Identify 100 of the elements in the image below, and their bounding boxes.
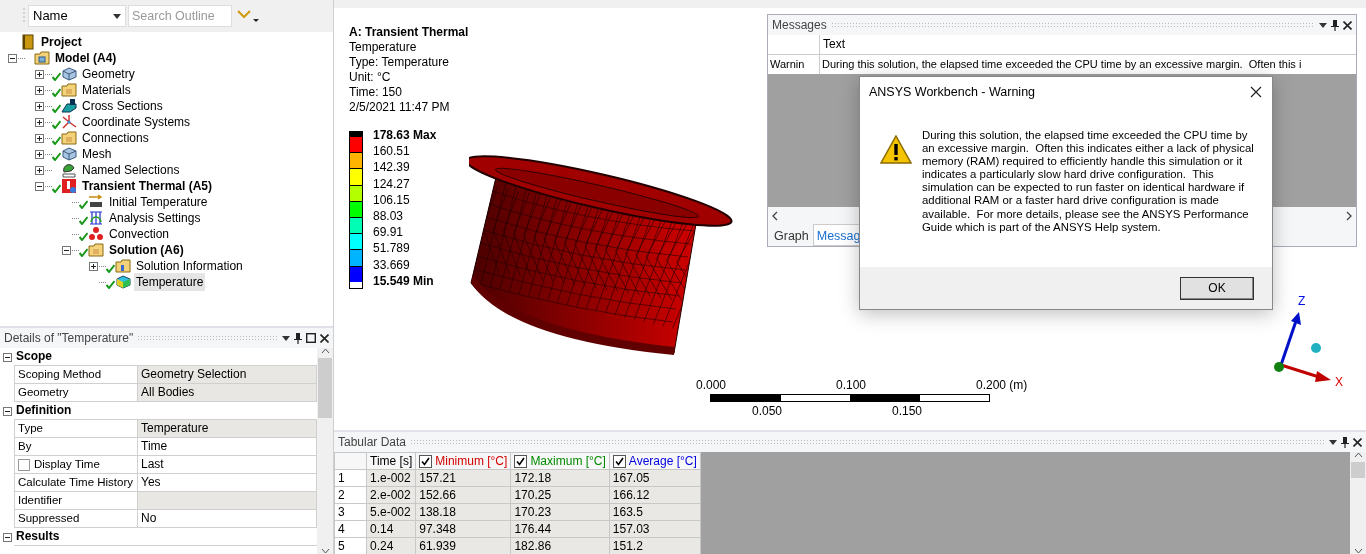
column-header[interactable]: Time [s] xyxy=(366,452,416,470)
tree-item[interactable]: Named Selections xyxy=(80,161,182,179)
close-icon[interactable] xyxy=(1250,86,1262,98)
checkbox[interactable] xyxy=(419,454,433,468)
tree-item[interactable]: Transient Thermal (A5) xyxy=(80,177,215,195)
tree-item[interactable]: Mesh xyxy=(80,145,114,163)
tree-item[interactable]: Convection xyxy=(107,225,172,243)
folder-icon xyxy=(115,258,131,274)
expand-toggle[interactable] xyxy=(35,133,44,143)
name-dropdown[interactable]: Name xyxy=(28,5,126,27)
tree-line xyxy=(45,89,52,91)
property-value[interactable]: Time xyxy=(138,438,317,456)
chevron-icon[interactable] xyxy=(234,8,260,24)
property-value[interactable]: All Bodies xyxy=(138,384,317,402)
collapse-toggle[interactable] xyxy=(62,245,71,255)
close-icon[interactable] xyxy=(1353,437,1362,447)
scrollbar[interactable] xyxy=(1350,452,1366,554)
legend-label: 142.39 xyxy=(373,159,411,176)
ok-button[interactable]: OK xyxy=(1180,276,1254,300)
folder-icon xyxy=(61,82,77,98)
dropdown-arrow-icon[interactable] xyxy=(1329,439,1337,445)
collapse-toggle[interactable] xyxy=(2,406,12,416)
maximize-icon[interactable] xyxy=(306,333,316,343)
pin-icon[interactable] xyxy=(294,332,302,344)
result-info: 2/5/2021 11:47 PM xyxy=(349,100,450,115)
collapse-toggle[interactable] xyxy=(2,532,12,542)
result-info: Temperature xyxy=(349,40,417,55)
tree-item[interactable]: Solution (A6) xyxy=(107,241,186,259)
property-name: Type xyxy=(14,420,138,438)
dropdown-arrow-icon[interactable] xyxy=(1319,22,1327,28)
collapse-toggle[interactable] xyxy=(2,352,12,362)
tree-item[interactable]: Cross Sections xyxy=(80,97,165,115)
search-field[interactable]: Search Outline xyxy=(128,5,232,27)
warning-icon xyxy=(880,135,912,165)
collapse-toggle[interactable] xyxy=(8,53,17,63)
thermometer-icon xyxy=(61,178,77,194)
result-info: Unit: °C xyxy=(349,70,391,85)
scroll-up-icon[interactable] xyxy=(320,348,330,354)
expand-toggle[interactable] xyxy=(89,261,98,271)
tree-line xyxy=(99,265,106,267)
tree-item[interactable]: Materials xyxy=(80,81,133,99)
tree-item[interactable]: Project xyxy=(39,33,84,51)
close-icon[interactable] xyxy=(320,333,329,343)
axis-triad-drawing[interactable] xyxy=(1274,312,1331,382)
property-value[interactable]: Temperature xyxy=(138,420,317,438)
dropdown-arrow-icon[interactable] xyxy=(282,335,290,341)
scroll-down-icon[interactable] xyxy=(320,548,330,554)
tree-line xyxy=(99,281,106,283)
scroll-right-icon[interactable] xyxy=(1346,210,1352,221)
beam-icon xyxy=(61,98,77,114)
tree-item[interactable]: Temperature xyxy=(134,273,206,291)
expand-toggle[interactable] xyxy=(35,149,44,159)
expand-toggle[interactable] xyxy=(35,117,44,127)
property-value[interactable]: Last xyxy=(138,456,317,474)
result-info: Time: 150 xyxy=(349,85,402,100)
tree-item[interactable]: Analysis Settings xyxy=(107,209,203,227)
scroll-up-icon[interactable] xyxy=(1353,452,1363,458)
checkbox[interactable] xyxy=(514,454,528,468)
collapse-toggle[interactable] xyxy=(35,181,44,191)
property-name: By xyxy=(14,438,138,456)
tree-item[interactable]: Initial Temperature xyxy=(107,193,210,211)
tree-item[interactable]: Solution Information xyxy=(134,257,245,275)
property-value[interactable]: Geometry Selection xyxy=(138,366,317,384)
scroll-down-icon[interactable] xyxy=(1353,548,1363,554)
cube-icon xyxy=(115,274,131,290)
expand-toggle[interactable] xyxy=(35,85,44,95)
tree-item[interactable]: Connections xyxy=(80,129,151,147)
expand-toggle[interactable] xyxy=(35,69,44,79)
result-title: A: Transient Thermal xyxy=(349,25,469,40)
scroll-left-icon[interactable] xyxy=(772,210,778,221)
expand-toggle[interactable] xyxy=(35,101,44,111)
pin-icon[interactable] xyxy=(1331,19,1339,31)
tree-item[interactable]: Model (A4) xyxy=(53,49,119,67)
scale-label: 0.200 (m) xyxy=(976,377,1029,394)
property-name: Suppressed xyxy=(14,510,138,528)
selection-icon xyxy=(61,162,77,178)
axis-label: Z xyxy=(1298,294,1306,308)
scroll-thumb[interactable] xyxy=(318,358,332,418)
checkbox[interactable] xyxy=(18,458,30,471)
pin-icon[interactable] xyxy=(1341,436,1349,448)
tree-line xyxy=(72,201,79,203)
checkbox[interactable] xyxy=(612,454,626,468)
tree-line xyxy=(45,153,52,155)
legend-label: 106.15 xyxy=(373,191,411,208)
arrow-icon xyxy=(88,194,104,210)
column-header[interactable]: Text xyxy=(820,35,845,54)
tree-item[interactable]: Coordinate Systems xyxy=(80,113,193,131)
tree-item[interactable]: Geometry xyxy=(80,65,137,83)
dropdown-arrow-icon[interactable] xyxy=(113,13,121,19)
close-icon[interactable] xyxy=(1343,20,1352,30)
property-value[interactable]: No xyxy=(138,510,317,528)
tab[interactable]: Graph xyxy=(770,224,813,246)
expand-toggle[interactable] xyxy=(35,165,44,175)
tree-line xyxy=(72,249,79,251)
scroll-thumb[interactable] xyxy=(1351,462,1365,478)
legend-label: 178.63 Max xyxy=(373,127,437,144)
property-name: Geometry xyxy=(14,384,138,402)
tree-line xyxy=(45,169,52,171)
scrollbar[interactable] xyxy=(317,348,333,554)
tree-line xyxy=(72,217,79,219)
